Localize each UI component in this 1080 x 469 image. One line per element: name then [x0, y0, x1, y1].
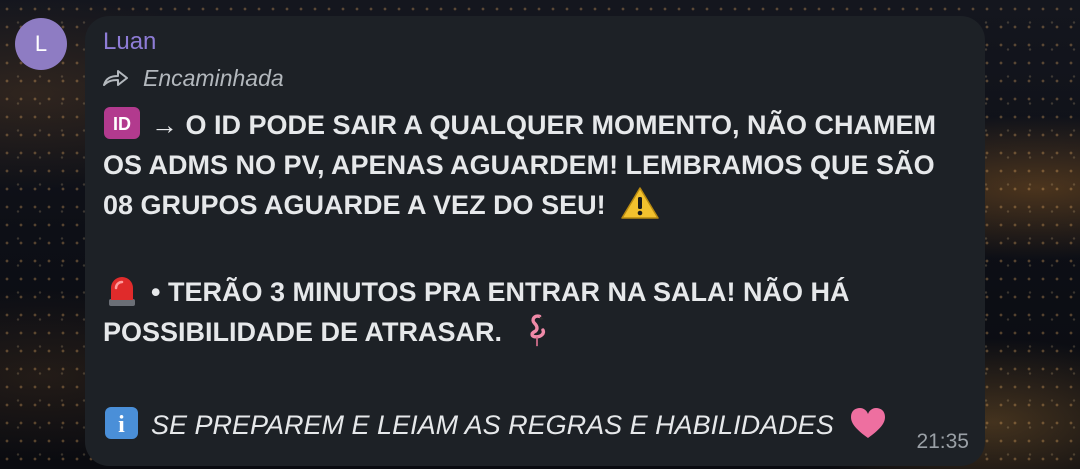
- paragraph-1-text: → O ID PODE SAIR A QUALQUER MOMENTO, NÃO…: [103, 110, 937, 220]
- info-icon: i: [103, 406, 141, 440]
- sender-avatar[interactable]: L: [15, 18, 67, 70]
- siren-icon: [103, 273, 141, 307]
- id-badge-text: ID: [113, 114, 131, 134]
- message-timestamp: 21:35: [916, 430, 969, 453]
- paragraph-2-text: • TERÃO 3 MINUTOS PRA ENTRAR NA SALA! NÃ…: [103, 277, 850, 347]
- message-paragraph-2: • TERÃO 3 MINUTOS PRA ENTRAR NA SALA! NÃ…: [103, 272, 963, 352]
- forwarded-label: Encaminhada: [143, 65, 284, 91]
- warning-icon: [621, 186, 659, 220]
- id-badge-icon: ID: [103, 106, 141, 140]
- message-bubble[interactable]: Luan Encaminhada ID → O ID PODE SAIR A Q…: [85, 16, 985, 466]
- sender-name[interactable]: Luan: [103, 28, 156, 56]
- avatar-letter: L: [34, 31, 48, 56]
- forwarded-header[interactable]: Encaminhada: [103, 64, 284, 92]
- pink-heart-icon: [849, 406, 887, 440]
- message-paragraph-1: ID → O ID PODE SAIR A QUALQUER MOMENTO, …: [103, 105, 963, 225]
- info-icon-letter: i: [118, 412, 125, 438]
- paragraph-3-text: SE PREPAREM E LEIAM AS REGRAS E HABILIDA…: [151, 410, 834, 440]
- flamingo-icon: [518, 313, 556, 347]
- message-paragraph-3: i SE PREPAREM E LEIAM AS REGRAS E HABILI…: [103, 405, 963, 445]
- forward-arrow-icon: [103, 68, 129, 88]
